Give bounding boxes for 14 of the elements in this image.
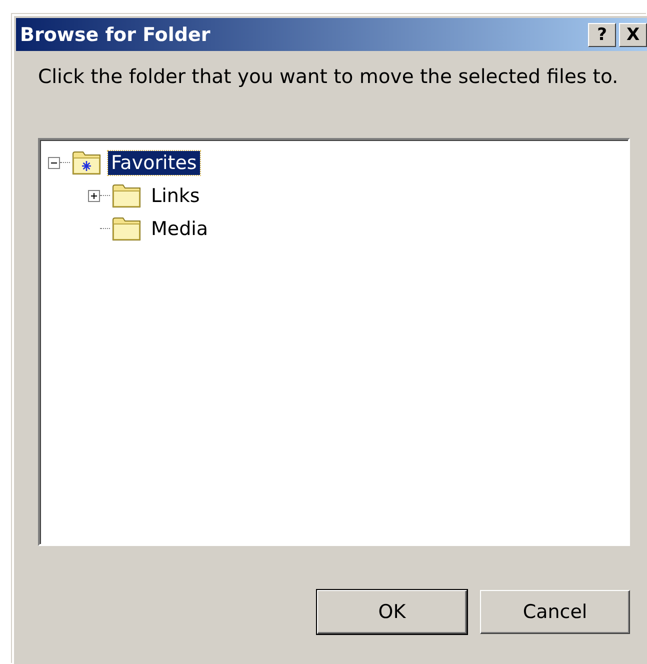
- folder-icon: [112, 184, 142, 208]
- ok-button[interactable]: OK: [317, 590, 467, 634]
- tree-item[interactable]: Links: [148, 184, 203, 208]
- tree-item[interactable]: Favorites: [108, 150, 200, 174]
- folder-icon: [112, 216, 142, 240]
- favorites-folder-icon: [72, 150, 102, 174]
- expand-icon[interactable]: [88, 190, 100, 202]
- tree-item[interactable]: Media: [148, 216, 212, 240]
- collapse-icon[interactable]: [48, 156, 60, 168]
- instruction-text: Click the folder that you want to move the selected files to.: [38, 65, 620, 88]
- close-button[interactable]: X: [619, 22, 647, 46]
- help-button[interactable]: ?: [588, 22, 616, 46]
- cancel-button[interactable]: Cancel: [480, 590, 630, 634]
- window-title: Browse for Folder: [20, 24, 210, 46]
